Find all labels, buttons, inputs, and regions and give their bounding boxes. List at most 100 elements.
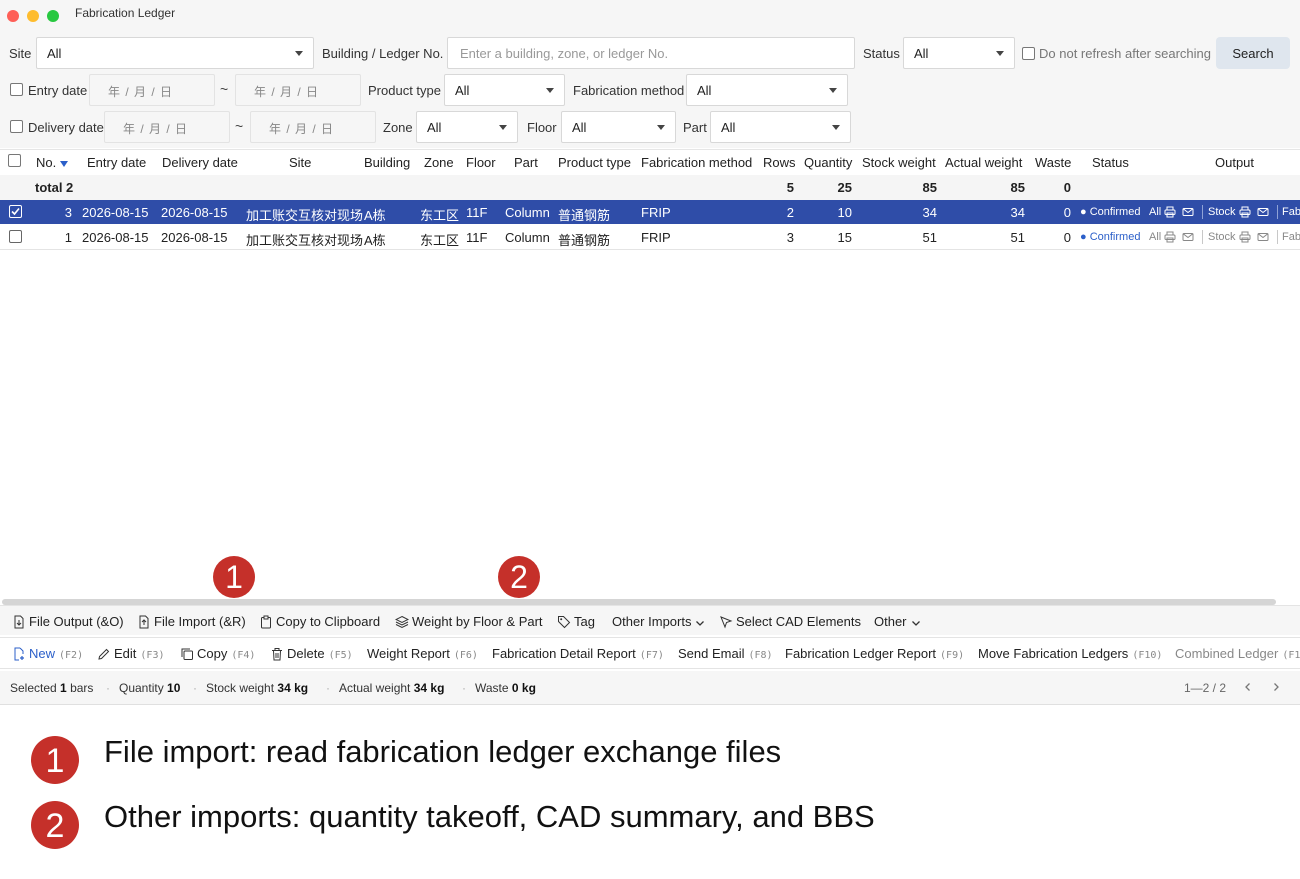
column-header-waste[interactable]: Waste xyxy=(1035,155,1071,170)
cell-building: A栋 xyxy=(364,233,386,248)
tag-button[interactable]: Tag xyxy=(557,614,595,629)
output-stock-link[interactable]: Stock xyxy=(1208,231,1236,243)
delete-label: Delete xyxy=(287,646,325,661)
date-placeholder: 年 / 月 / 日 xyxy=(269,122,335,136)
column-header-part[interactable]: Part xyxy=(514,155,538,170)
cell-delivery-date: 2026-08-15 xyxy=(161,230,228,245)
delivery-date-checkbox[interactable] xyxy=(10,120,23,133)
part-label: Part xyxy=(683,120,707,135)
entry-date-from[interactable]: 年 / 月 / 日 xyxy=(89,74,215,106)
table-row[interactable]: 1 2026-08-15 2026-08-15 加工账交互核对现场 A栋 东工区… xyxy=(0,225,1300,249)
other-dropdown[interactable]: Other xyxy=(874,614,922,629)
column-header-no[interactable]: No. xyxy=(36,155,69,170)
column-header-fabrication-method[interactable]: Fabrication method xyxy=(641,155,752,170)
move-fabrication-ledgers-button[interactable]: Move Fabrication Ledgers (F10) xyxy=(978,646,1162,661)
mail-icon[interactable] xyxy=(1182,206,1194,221)
column-header-floor[interactable]: Floor xyxy=(466,155,496,170)
close-window-button[interactable] xyxy=(7,10,19,22)
row-checkbox[interactable] xyxy=(9,230,22,243)
status-bar: Selected 1 bars · Quantity 10 · Stock we… xyxy=(0,671,1300,705)
next-page-button[interactable] xyxy=(1270,681,1282,696)
mail-icon[interactable] xyxy=(1182,231,1194,246)
file-import-button[interactable]: File Import (&R) xyxy=(137,614,246,629)
combined-ledger-button[interactable]: Combined Ledger (F1 xyxy=(1175,646,1300,661)
weight-by-floor-part-button[interactable]: Weight by Floor & Part xyxy=(394,614,543,629)
column-header-quantity[interactable]: Quantity xyxy=(804,155,852,170)
status-select[interactable]: All xyxy=(903,37,1015,69)
printer-icon[interactable] xyxy=(1239,206,1251,221)
column-header-zone[interactable]: Zone xyxy=(424,155,454,170)
cell-zone: 东工区 xyxy=(420,208,460,223)
entry-date-checkbox[interactable] xyxy=(10,83,23,96)
entry-date-to[interactable]: 年 / 月 / 日 xyxy=(235,74,361,106)
no-refresh-checkbox[interactable] xyxy=(1022,47,1035,60)
fabrication-method-value: All xyxy=(697,83,712,98)
floor-select[interactable]: All xyxy=(561,111,676,143)
maximize-window-button[interactable] xyxy=(47,10,59,22)
output-stock-link[interactable]: Stock xyxy=(1208,206,1236,218)
printer-icon[interactable] xyxy=(1164,231,1176,246)
copy-to-clipboard-label: Copy to Clipboard xyxy=(276,614,381,629)
total-quantity: 25 xyxy=(837,180,852,195)
weight-by-floor-part-label: Weight by Floor & Part xyxy=(412,614,543,629)
fabrication-ledger-report-button[interactable]: Fabrication Ledger Report (F9) xyxy=(785,646,964,661)
new-button[interactable]: New (F2) xyxy=(12,646,83,661)
chevron-down-icon xyxy=(911,621,920,626)
copy-button[interactable]: Copy (F4) xyxy=(180,646,255,661)
column-header-stock-weight[interactable]: Stock weight xyxy=(862,155,936,170)
output-fab-link[interactable]: Fab xyxy=(1282,231,1300,243)
cell-entry-date: 2026-08-15 xyxy=(82,205,149,220)
previous-page-button[interactable] xyxy=(1242,681,1254,696)
column-header-delivery-date[interactable]: Delivery date xyxy=(162,155,238,170)
delivery-date-from[interactable]: 年 / 月 / 日 xyxy=(104,111,230,143)
minimize-window-button[interactable] xyxy=(27,10,39,22)
output-all-link[interactable]: All xyxy=(1149,206,1161,218)
date-placeholder: 年 / 月 / 日 xyxy=(123,122,189,136)
table-row[interactable]: 3 2026-08-15 2026-08-15 加工账交互核对现场 A栋 东工区… xyxy=(0,200,1300,224)
product-type-value: All xyxy=(455,83,470,98)
mail-icon[interactable] xyxy=(1257,206,1269,221)
weight-report-button[interactable]: Weight Report (F6) xyxy=(367,646,478,661)
column-header-output[interactable]: Output xyxy=(1215,155,1254,170)
other-imports-label: Other Imports xyxy=(612,614,692,629)
zone-select[interactable]: All xyxy=(416,111,518,143)
file-output-button[interactable]: File Output (&O) xyxy=(12,614,124,629)
column-header-status[interactable]: Status xyxy=(1092,155,1129,170)
cell-waste: 0 xyxy=(1063,230,1071,245)
row-checkbox[interactable] xyxy=(9,205,22,218)
selected-count: 1 xyxy=(60,681,67,695)
select-all-checkbox[interactable] xyxy=(8,154,21,167)
weight-report-shortcut: (F6) xyxy=(453,650,478,661)
delivery-date-to[interactable]: 年 / 月 / 日 xyxy=(250,111,376,143)
other-imports-dropdown[interactable]: Other Imports xyxy=(612,614,706,629)
zone-label: Zone xyxy=(383,120,413,135)
column-header-rows[interactable]: Rows xyxy=(763,155,796,170)
building-input[interactable]: Enter a building, zone, or ledger No. xyxy=(447,37,855,69)
copy-to-clipboard-button[interactable]: Copy to Clipboard xyxy=(259,614,380,629)
column-header-site[interactable]: Site xyxy=(289,155,311,170)
column-header-entry-date[interactable]: Entry date xyxy=(87,155,146,170)
delete-button[interactable]: Delete (F5) xyxy=(270,646,353,661)
printer-icon[interactable] xyxy=(1239,231,1251,246)
product-type-select[interactable]: All xyxy=(444,74,565,106)
fabrication-method-select[interactable]: All xyxy=(686,74,848,106)
site-select-value: All xyxy=(47,46,62,61)
select-cad-elements-button[interactable]: Select CAD Elements xyxy=(719,614,861,629)
site-select[interactable]: All xyxy=(36,37,314,69)
search-button[interactable]: Search xyxy=(1216,37,1290,69)
part-select[interactable]: All xyxy=(710,111,851,143)
cell-zone: 东工区 xyxy=(420,233,460,248)
edit-button[interactable]: Edit (F3) xyxy=(97,646,165,661)
send-email-shortcut: (F8) xyxy=(748,650,773,661)
date-placeholder: 年 / 月 / 日 xyxy=(254,85,320,99)
column-header-product-type[interactable]: Product type xyxy=(558,155,631,170)
fabrication-detail-report-button[interactable]: Fabrication Detail Report (F7) xyxy=(492,646,664,661)
mail-icon[interactable] xyxy=(1257,231,1269,246)
printer-icon[interactable] xyxy=(1164,206,1176,221)
waste-summary-label: Waste xyxy=(475,681,509,695)
send-email-button[interactable]: Send Email (F8) xyxy=(678,646,773,661)
output-fab-link[interactable]: Fab xyxy=(1282,206,1300,218)
column-header-building[interactable]: Building xyxy=(364,155,410,170)
output-all-link[interactable]: All xyxy=(1149,231,1161,243)
column-header-actual-weight[interactable]: Actual weight xyxy=(945,155,1022,170)
